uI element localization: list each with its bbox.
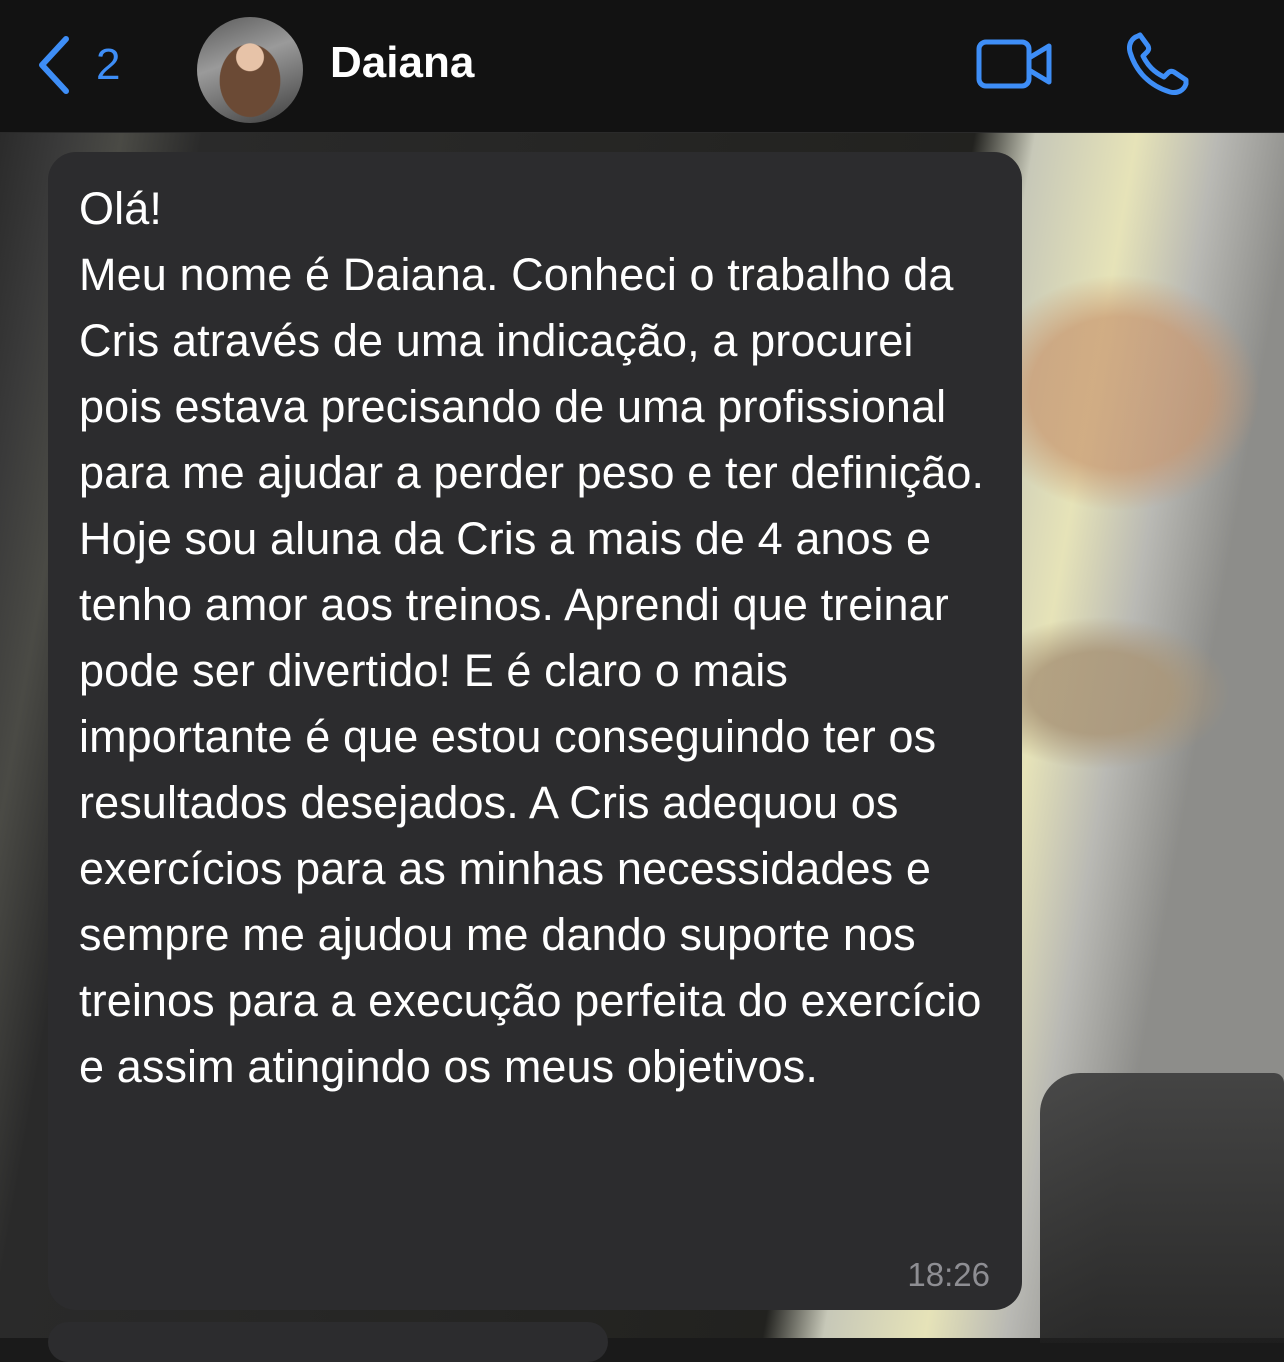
chevron-left-icon (39, 36, 69, 94)
back-button[interactable]: 2 (34, 30, 144, 100)
chat-header: 2 Daiana (0, 0, 1284, 133)
avatar[interactable] (197, 17, 303, 123)
voice-call-button[interactable] (1124, 30, 1192, 96)
incoming-message-bubble[interactable]: Olá! Meu nome é Daiana. Conheci o trabal… (48, 152, 1022, 1310)
message-text: Olá! Meu nome é Daiana. Conheci o trabal… (79, 183, 985, 1092)
phone-icon (1127, 32, 1189, 95)
message-timestamp: 18:26 (907, 1256, 990, 1293)
video-camera-icon (976, 39, 1052, 89)
contact-name[interactable]: Daiana (330, 38, 474, 88)
unread-count: 2 (96, 40, 121, 89)
video-call-button[interactable] (975, 36, 1055, 92)
next-message-bubble[interactable] (48, 1322, 608, 1362)
